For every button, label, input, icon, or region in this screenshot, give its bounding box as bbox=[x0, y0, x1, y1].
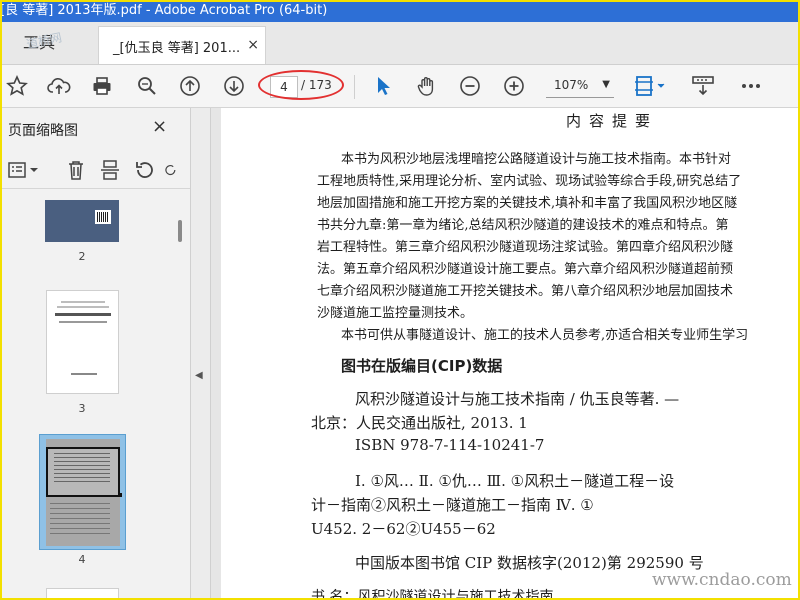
thumbnail-page-image bbox=[46, 439, 122, 546]
fit-page-icon[interactable] bbox=[633, 73, 671, 99]
paragraph-line: 岩工程特性。第三章介绍风积沙隧道现场注浆试验。第四章介绍风积沙隧 bbox=[317, 240, 734, 255]
zoom-dropdown[interactable]: 107% ▼ bbox=[546, 75, 614, 98]
toolbar-divider bbox=[354, 75, 355, 99]
arrow-down-icon[interactable] bbox=[221, 73, 247, 99]
window-title-bar: [良 等著] 2013年版.pdf - Adobe Acrobat Pro (6… bbox=[0, 0, 800, 22]
tab-document[interactable]: _[仇玉良 等著] 201... × bbox=[98, 26, 266, 64]
zoom-out-icon[interactable] bbox=[457, 73, 483, 99]
cip-line: 计－指南②风积土－隧道施工－指南 Ⅳ. ① bbox=[311, 496, 594, 514]
star-icon[interactable] bbox=[4, 73, 30, 99]
more-icon[interactable] bbox=[738, 73, 764, 99]
highlight-ellipse-annotation bbox=[258, 70, 344, 100]
arrow-up-icon[interactable] bbox=[177, 73, 203, 99]
delete-icon[interactable] bbox=[64, 158, 88, 182]
main-toolbar: 4 / 173 107% ▼ bbox=[0, 65, 800, 108]
tab-row: 工具 道桥网 _[仇玉良 等著] 201... × bbox=[0, 22, 800, 65]
paragraph-line: 本书可供从事隧道设计、施工的技术人员参考,亦适合相关专业师生学习 bbox=[341, 328, 749, 343]
thumbnail-number: 4 bbox=[78, 553, 86, 566]
cip-line: ISBN 978-7-114-10241-7 bbox=[355, 436, 545, 454]
chevron-down-icon: ▼ bbox=[602, 79, 610, 90]
page-thumbnails-panel: 页面缩略图 × 2 3 4 bbox=[0, 108, 191, 600]
cloud-upload-icon[interactable] bbox=[46, 73, 72, 99]
pdf-page: 内容提要 本书为风积沙地层浅埋暗挖公路隧道设计与施工技术指南。本书针对 工程地质… bbox=[221, 108, 800, 600]
print-icon[interactable] bbox=[89, 73, 115, 99]
paragraph-line: 法。第五章介绍风积沙隧道设计施工要点。第六章介绍风积沙隧道超前预 bbox=[317, 262, 734, 277]
thumbnail-list: 2 3 4 bbox=[0, 190, 176, 600]
zoom-value: 107% bbox=[554, 78, 589, 92]
paragraph-line: 书共分九章:第一章为绪论,总结风积沙隧道的建设技术的难点和特点。第 bbox=[317, 218, 729, 233]
panel-collapse-strip[interactable]: ◀ bbox=[191, 108, 211, 600]
paragraph-line: 本书为风积沙地层浅埋暗挖公路隧道设计与施工技术指南。本书针对 bbox=[341, 152, 732, 167]
panel-title: 页面缩略图 bbox=[8, 123, 78, 139]
paragraph-line: 沙隧道施工监控量测技术。 bbox=[317, 306, 474, 321]
thumbnail-number: 2 bbox=[78, 250, 86, 263]
panel-toolbar bbox=[0, 152, 190, 189]
close-tab-icon[interactable]: × bbox=[247, 37, 259, 53]
document-view[interactable]: 内容提要 本书为风积沙地层浅埋暗挖公路隧道设计与施工技术指南。本书针对 工程地质… bbox=[211, 108, 800, 600]
watermark-bottom-right: www.cndao.com bbox=[652, 570, 792, 590]
collapse-arrow-icon[interactable]: ◀ bbox=[195, 370, 203, 381]
thumbnail-page-3[interactable] bbox=[46, 290, 119, 394]
scroll-mode-icon[interactable] bbox=[690, 73, 716, 99]
thumbnail-options-icon[interactable] bbox=[6, 158, 42, 182]
thumbnail-scrollbar[interactable] bbox=[176, 190, 185, 600]
paragraph-line: 七章介绍风积沙隧道施工开挖关键技术。第八章介绍风积沙地层加固技术 bbox=[317, 284, 734, 299]
thumbnail-number: 3 bbox=[78, 402, 86, 415]
document-tab-label: _[仇玉良 等著] 201... bbox=[113, 41, 241, 56]
thumbnail-page-4-selected[interactable] bbox=[39, 434, 126, 550]
barcode-image bbox=[95, 210, 111, 224]
window-title: [良 等著] 2013年版.pdf - Adobe Acrobat Pro (6… bbox=[0, 3, 328, 18]
insert-page-icon[interactable] bbox=[98, 158, 122, 182]
scrollbar-thumb[interactable] bbox=[178, 220, 182, 242]
cip-line: 风积沙隧道设计与施工技术指南 / 仇玉良等著. — bbox=[355, 390, 680, 408]
cip-line: Ⅰ. ①风… Ⅱ. ①仇… Ⅲ. ①风积土－隧道工程－设 bbox=[355, 472, 675, 490]
rotate-left-icon[interactable] bbox=[132, 158, 156, 182]
page-heading: 内容提要 bbox=[566, 112, 659, 130]
close-panel-icon[interactable]: × bbox=[152, 116, 167, 137]
paragraph-line: 工程地质特性,采用理论分析、室内试验、现场试验等综合手段,研究总结了 bbox=[317, 174, 742, 189]
zoom-in-icon[interactable] bbox=[501, 73, 527, 99]
thumbnail-page-2[interactable] bbox=[45, 200, 119, 242]
rotate-right-icon[interactable] bbox=[164, 158, 178, 182]
paragraph-line: 地层加固措施和施工开挖方案的关键技术,填补和丰富了我国风积沙地区隧 bbox=[317, 196, 738, 211]
hand-icon[interactable] bbox=[414, 73, 440, 99]
cip-line: 书 名：风积沙隧道设计与施工技术指南 bbox=[311, 589, 554, 600]
search-zoom-icon[interactable] bbox=[134, 73, 160, 99]
thumbnail-page-5[interactable] bbox=[46, 588, 119, 600]
cip-line: U452. 2－62②U455－62 bbox=[311, 520, 496, 538]
cip-title: 图书在版编目(CIP)数据 bbox=[341, 357, 503, 375]
cip-line: 北京：人民交通出版社, 2013. 1 bbox=[311, 414, 528, 432]
select-cursor-icon[interactable] bbox=[370, 73, 396, 99]
